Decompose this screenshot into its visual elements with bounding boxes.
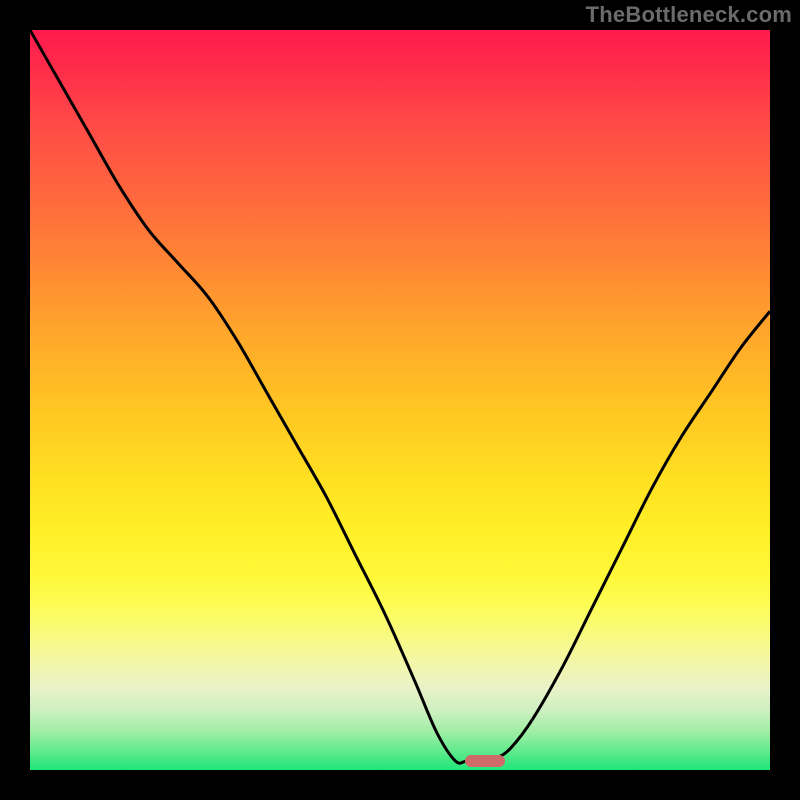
chart-frame: TheBottleneck.com	[0, 0, 800, 800]
watermark-text: TheBottleneck.com	[586, 2, 792, 28]
bottleneck-curve	[30, 30, 770, 763]
plot-area	[30, 30, 770, 770]
curve-layer	[30, 30, 770, 770]
optimal-range-marker	[465, 755, 505, 767]
